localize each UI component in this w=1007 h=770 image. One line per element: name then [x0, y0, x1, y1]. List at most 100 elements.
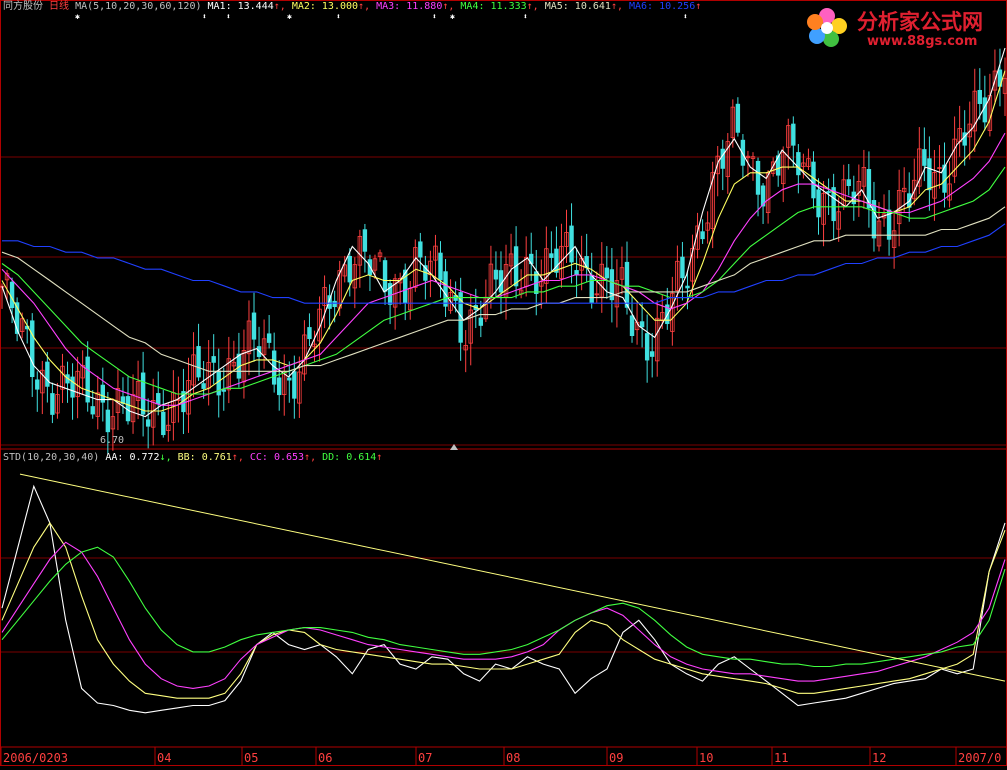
stock-name: 同方股份 [3, 0, 49, 12]
candle-body [9, 281, 15, 309]
candle-body [292, 371, 297, 399]
candle-body [70, 376, 75, 398]
candle-body [922, 149, 927, 166]
candle-body [438, 252, 443, 281]
x-tick-label: 10 [699, 751, 713, 765]
candle-body [50, 393, 55, 415]
candle-body [826, 191, 831, 193]
candle-body [45, 361, 50, 387]
trend-arrow-icon: ↑, [274, 1, 292, 12]
flower-logo-icon [807, 8, 847, 47]
std-line-dd [1, 546, 1006, 668]
candle-body [791, 123, 796, 146]
trend-arrow-icon: ↑, [442, 1, 460, 12]
watermark-name: 分析家公式网 [857, 10, 983, 34]
signal-marker-icon: ⬍ [202, 12, 207, 21]
legend-item: DD: 0.614 [322, 452, 376, 463]
candle-body [604, 267, 610, 279]
candle-body [685, 285, 690, 289]
trend-arrow-icon: ↑, [304, 452, 322, 463]
candle-body [362, 229, 368, 252]
stock-chart[interactable]: 6.70 同方股份 日线 MA(5,10,20,30,60,120) MA1: 1… [0, 0, 1007, 766]
trend-arrow-icon: ↑, [232, 452, 250, 463]
signal-marker-icon: ⬍ [523, 12, 528, 21]
candle-body [649, 351, 655, 357]
candle-body [816, 189, 821, 218]
candle-body [846, 179, 851, 187]
x-tick-label: 2007/0 [958, 751, 1001, 765]
candle-body [332, 300, 337, 308]
signal-marker-icon: ⬍ [336, 12, 341, 21]
candle-body [478, 317, 484, 326]
ma-line-ma5 [1, 206, 1006, 372]
trend-arrow-icon: ↑, [527, 1, 545, 12]
candle-body [161, 411, 166, 436]
candle-body [629, 315, 635, 337]
std-line-bb [1, 521, 1006, 699]
candle-body [493, 269, 499, 280]
candle-body [266, 333, 272, 343]
legend-item: MA5: 10.641 [545, 1, 611, 12]
x-tick-label: 11 [774, 751, 788, 765]
candle-body [382, 260, 388, 292]
candle-body [755, 160, 761, 195]
trend-arrow-icon: ↑ [695, 1, 701, 12]
chart-stage: 6.70 同方股份 日线 MA(5,10,20,30,60,120) MA1: 1… [0, 0, 1007, 766]
legend-item: MA3: 11.880 [376, 1, 442, 12]
period-label: 日线 [49, 0, 75, 12]
candle-body [498, 270, 504, 293]
candle-body [307, 327, 312, 340]
main-legend: 同方股份 日线 MA(5,10,20,30,60,120) MA1: 13.44… [3, 0, 701, 12]
signal-marker-icon: ✱ [287, 12, 292, 21]
candle-body [811, 161, 816, 199]
x-tick-label: 12 [872, 751, 886, 765]
signal-marker-icon: ✱ [75, 12, 80, 21]
x-tick-label: 06 [318, 751, 332, 765]
std-line-aa [1, 484, 1006, 714]
ma-line-ma1 [1, 47, 1006, 418]
indicator-params: MA(5,10,20,30,60,120) [75, 1, 207, 12]
x-tick-label: 07 [418, 751, 432, 765]
candle-body [347, 255, 352, 283]
candle-body [569, 225, 574, 263]
candle-body [221, 389, 226, 392]
x-tick-label: 2006/0203 [3, 751, 68, 765]
candle-body [277, 377, 282, 396]
candle-body [443, 271, 448, 307]
legend-item: MA2: 13.000 [292, 1, 358, 12]
candle-body [35, 379, 40, 390]
candle-body [700, 231, 705, 240]
legend-item: MA6: 10.256 [629, 1, 695, 12]
candle-body [549, 253, 554, 258]
trend-arrow-icon: ↑ [376, 452, 382, 463]
legend-item: MA1: 13.444 [208, 1, 274, 12]
indicator-params: STD(10,20,30,40) [3, 452, 105, 463]
legend-item: CC: 0.653 [250, 452, 304, 463]
x-tick-label: 08 [506, 751, 520, 765]
x-tick-label: 05 [244, 751, 258, 765]
candle-body [927, 158, 932, 191]
candle-body [196, 346, 201, 378]
candle-body [680, 256, 685, 279]
candle-body [105, 409, 111, 433]
candle-body [211, 356, 216, 363]
candle-body [90, 406, 95, 415]
candle-body [201, 383, 206, 389]
candle-body [720, 148, 725, 169]
signal-marker-icon: ✱ [450, 12, 455, 21]
candle-body [977, 89, 982, 104]
candle-body [624, 261, 630, 308]
x-tick-label: 09 [609, 751, 623, 765]
watermark-logo: 分析家公式网 www.88gs.com [805, 4, 1001, 52]
candle-body [156, 393, 161, 405]
candle-body [554, 248, 559, 273]
candle-body [30, 320, 35, 378]
legend-item: MA4: 11.333 [460, 1, 526, 12]
trend-arrow-icon: ↓, [160, 452, 178, 463]
candle-body [639, 321, 645, 328]
legend-item: AA: 0.772 [105, 452, 159, 463]
candle-body [574, 270, 579, 276]
trend-arrow-icon: ↑, [358, 1, 376, 12]
candle-body [796, 152, 801, 176]
x-tick-label: 04 [157, 751, 171, 765]
